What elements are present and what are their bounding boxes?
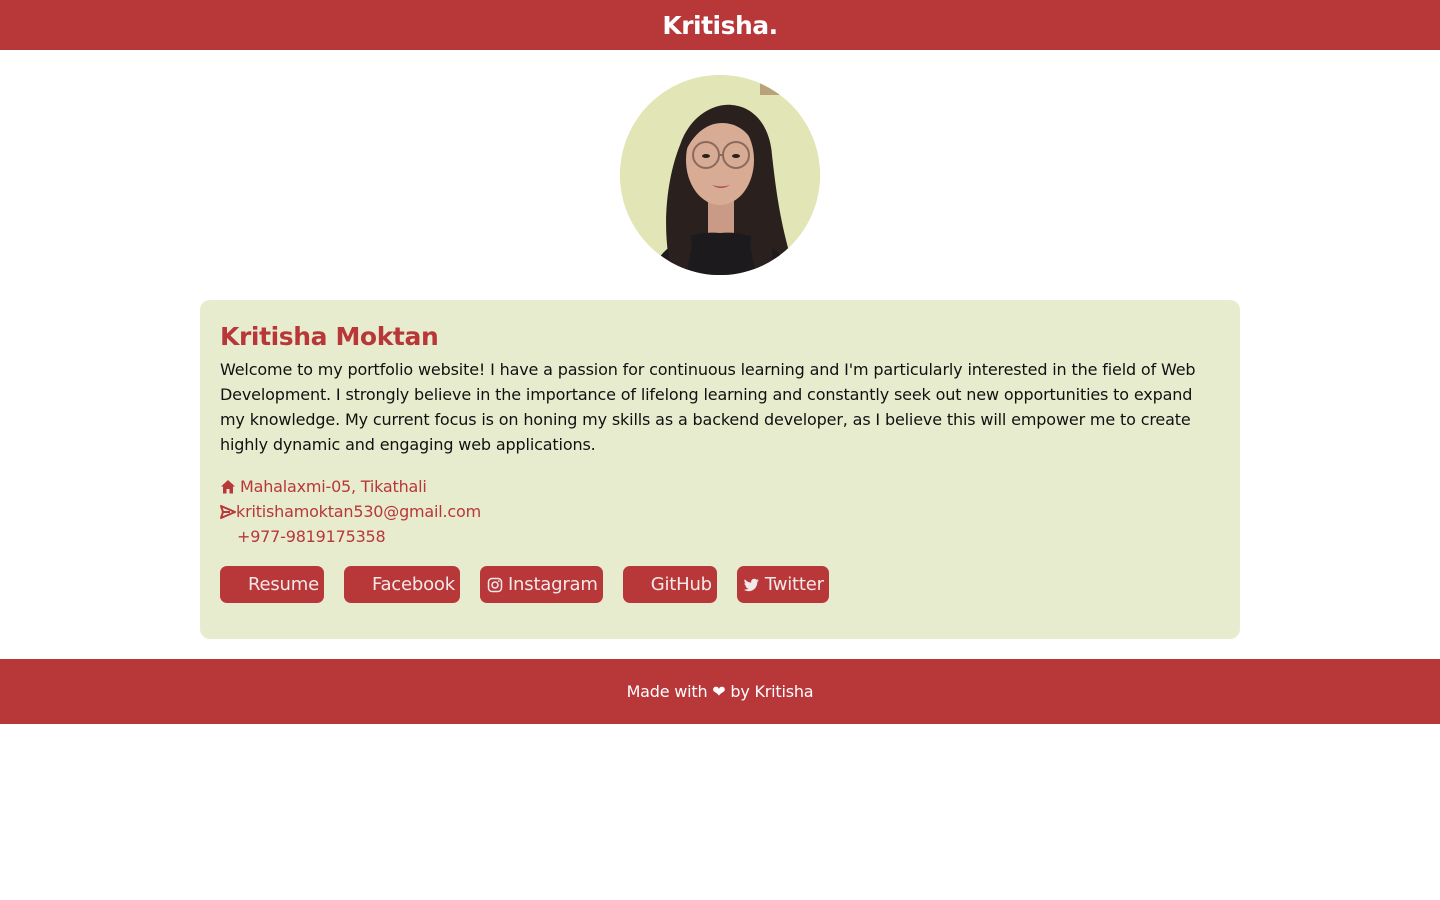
facebook-button[interactable]: Facebook [343, 566, 460, 603]
footer-credit: Made with ❤ by Kritisha [626, 682, 814, 701]
resume-button[interactable]: Resume [220, 566, 324, 603]
file-icon [226, 576, 244, 594]
facebook-icon [350, 576, 368, 594]
profile-card: Kritisha Moktan Welcome to my portfolio … [200, 300, 1240, 639]
profile-bio: Welcome to my portfolio website! I have … [220, 360, 1196, 454]
send-icon [220, 504, 236, 520]
github-button-label: GitHub [650, 574, 712, 595]
home-icon [220, 479, 236, 495]
instagram-icon [486, 576, 504, 594]
github-button[interactable]: GitHub [622, 566, 717, 603]
top-navbar: Kritisha. [0, 0, 1440, 50]
contact-list: Mahalaxmi-05, Tikathali kritishamoktan53… [220, 474, 1220, 549]
avatar-photo [620, 75, 820, 275]
avatar [620, 75, 820, 275]
address-text: Mahalaxmi-05, Tikathali [240, 477, 427, 496]
facebook-button-label: Facebook [371, 574, 455, 595]
social-links: Resume Facebook Instagram GitHub Twitter [220, 566, 1220, 603]
github-icon [629, 576, 647, 594]
email-link[interactable]: kritishamoktan530@gmail.com [236, 502, 481, 521]
page-footer: Made with ❤ by Kritisha [0, 659, 1440, 724]
brand-logo-text[interactable]: Kritisha. [662, 11, 778, 40]
contact-phone: +977-9819175358 [220, 524, 1220, 549]
twitter-button-label: Twitter [764, 574, 824, 595]
avatar-section [0, 50, 1440, 275]
profile-name: Kritisha Moktan [220, 322, 439, 351]
contact-email: kritishamoktan530@gmail.com [220, 499, 1220, 524]
instagram-button-label: Instagram [507, 574, 598, 595]
twitter-icon [743, 576, 761, 594]
twitter-button[interactable]: Twitter [736, 566, 829, 603]
resume-button-label: Resume [248, 574, 319, 595]
phone-icon [220, 529, 236, 545]
instagram-button[interactable]: Instagram [479, 566, 603, 603]
contact-address: Mahalaxmi-05, Tikathali [220, 474, 1220, 499]
phone-link[interactable]: +977-9819175358 [237, 527, 386, 546]
